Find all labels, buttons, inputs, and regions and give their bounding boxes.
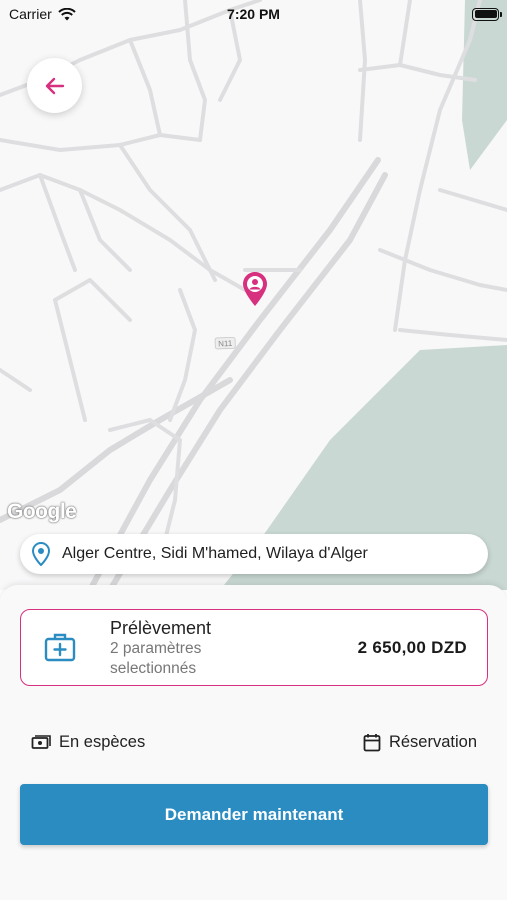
arrow-left-icon [45,77,64,94]
payment-label: En espèces [59,733,146,751]
status-bar: Carrier 7:20 PM [0,0,507,28]
service-title: Prélèvement [110,618,212,638]
location-pin-icon [243,272,267,306]
reservation-label: Réservation [388,733,477,751]
payment-method[interactable]: En espèces [31,733,145,752]
cash-icon [31,734,51,749]
clock: 7:20 PM [227,6,280,22]
road-label: N11 [218,339,233,349]
battery-icon [472,7,502,21]
reservation-option[interactable]: Réservation [363,733,477,752]
request-now-button[interactable]: Demander maintenant [20,784,488,845]
carrier-label: Carrier [9,6,52,22]
wifi-icon [58,7,76,20]
google-logo: Google [7,500,77,523]
service-subtitle-line1: 2 paramètres [110,640,202,657]
address-text: Alger Centre, Sidi M'hamed, Wilaya d'Alg… [62,545,368,562]
service-card[interactable]: Prélèvement 2 paramètres selectionnés 2 … [20,609,488,686]
calendar-icon [363,734,381,752]
service-subtitle-line2: selectionnés [110,660,197,677]
address-field[interactable]: Alger Centre, Sidi M'hamed, Wilaya d'Alg… [20,534,488,574]
back-button[interactable] [27,58,82,113]
map-marker-icon [32,542,50,566]
medical-kit-icon [44,633,76,662]
service-price: 2 650,00 DZD [357,638,467,657]
